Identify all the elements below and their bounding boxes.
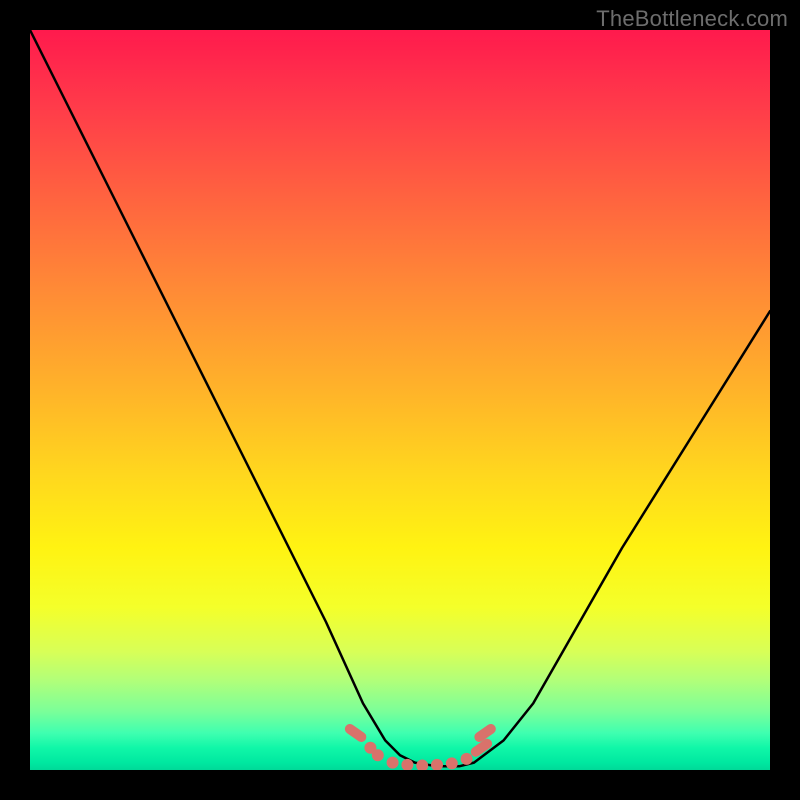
marker-dot (387, 757, 399, 769)
bottleneck-curve (30, 30, 770, 770)
curve-path (30, 30, 770, 766)
marker-dot (372, 749, 384, 761)
chart-frame: TheBottleneck.com (0, 0, 800, 800)
watermark-text: TheBottleneck.com (596, 6, 788, 32)
marker-dot (446, 757, 458, 769)
marker-dot (461, 753, 473, 765)
plot-area (30, 30, 770, 770)
marker-dot (416, 760, 428, 770)
marker-dot (431, 759, 443, 770)
marker-pill (343, 722, 368, 744)
